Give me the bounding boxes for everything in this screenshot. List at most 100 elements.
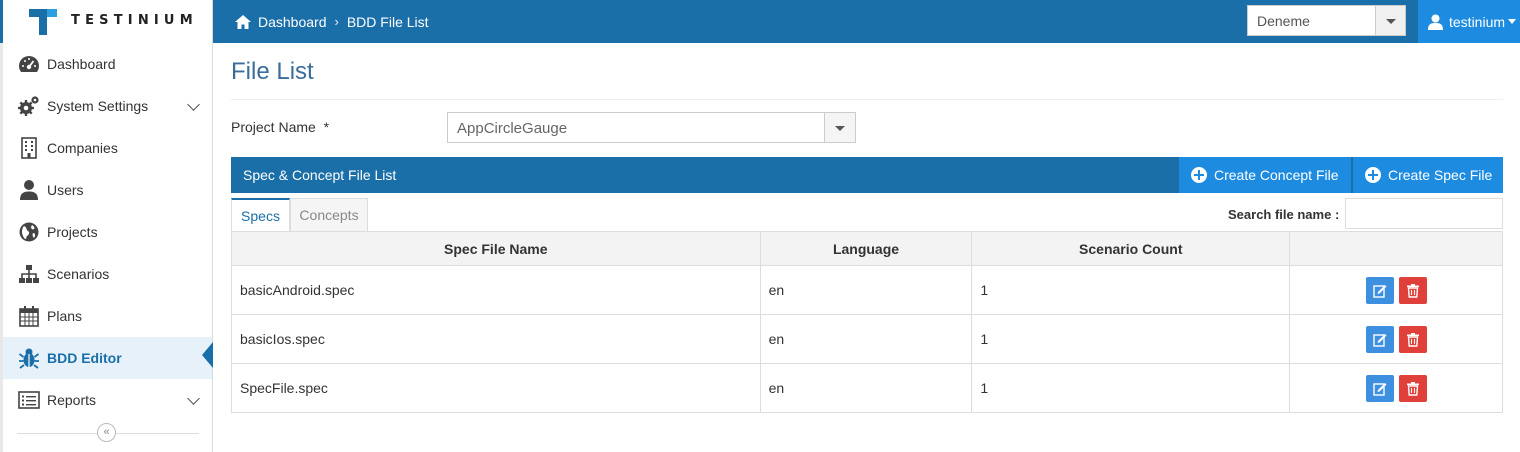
create-concept-file-label: Create Concept File bbox=[1214, 167, 1339, 183]
chevron-down-icon bbox=[187, 98, 200, 111]
column-header-actions bbox=[1289, 231, 1503, 266]
search-label: Search file name : bbox=[1228, 207, 1340, 222]
search-file-input[interactable] bbox=[1345, 198, 1503, 229]
tab-concepts[interactable]: Concepts bbox=[290, 198, 368, 231]
chevron-down-icon bbox=[835, 125, 845, 131]
globe-icon bbox=[19, 222, 39, 242]
create-spec-file-button[interactable]: Create Spec File bbox=[1353, 157, 1503, 193]
spec-file-table: Spec File Name Language Scenario Count b… bbox=[231, 231, 1503, 413]
delete-button[interactable] bbox=[1398, 276, 1427, 304]
sidebar-item-projects[interactable]: Projects bbox=[3, 211, 212, 253]
edit-button[interactable] bbox=[1365, 325, 1394, 353]
table-row: SpecFile.spec en 1 bbox=[231, 363, 1503, 413]
sidebar-item-label: System Settings bbox=[47, 98, 149, 114]
project-name-select[interactable]: AppCircleGauge bbox=[447, 112, 856, 143]
edit-icon bbox=[1372, 284, 1387, 298]
testinium-logo-icon bbox=[29, 9, 57, 35]
list-icon bbox=[18, 391, 40, 409]
calendar-icon bbox=[19, 306, 39, 327]
edit-icon bbox=[1372, 333, 1387, 347]
column-header-spec-file-name[interactable]: Spec File Name bbox=[231, 231, 761, 266]
sidebar-item-label: Dashboard bbox=[47, 56, 116, 72]
tab-specs[interactable]: Specs bbox=[231, 198, 290, 231]
edit-button[interactable] bbox=[1365, 374, 1394, 402]
spec-language: en bbox=[759, 363, 973, 413]
trash-icon bbox=[1406, 381, 1419, 396]
page-title: File List bbox=[231, 58, 314, 85]
project-name-value: AppCircleGauge bbox=[457, 120, 568, 137]
spec-file-name: basicAndroid.spec bbox=[231, 265, 761, 315]
sidebar-item-reports[interactable]: Reports bbox=[3, 379, 212, 421]
sidebar-item-bdd-editor[interactable]: BDD Editor bbox=[3, 337, 213, 379]
sidebar-item-dashboard[interactable]: Dashboard bbox=[3, 43, 212, 85]
caret-down-icon bbox=[1508, 19, 1517, 24]
cogs-icon bbox=[18, 96, 39, 116]
trash-icon bbox=[1406, 283, 1419, 298]
table-header-row: Spec File Name Language Scenario Count bbox=[231, 231, 1503, 266]
create-concept-file-button[interactable]: Create Concept File bbox=[1179, 157, 1351, 193]
scenario-count: 1 bbox=[971, 314, 1291, 364]
logo-text: TESTINIUM bbox=[71, 13, 198, 28]
row-actions bbox=[1289, 363, 1503, 413]
row-actions bbox=[1289, 265, 1503, 315]
plus-circle-icon bbox=[1365, 167, 1381, 183]
spec-language: en bbox=[759, 314, 973, 364]
sidebar-item-label: Companies bbox=[47, 140, 118, 156]
row-actions bbox=[1289, 314, 1503, 364]
delete-button[interactable] bbox=[1398, 374, 1427, 402]
project-name-label: Project Name * bbox=[231, 119, 330, 135]
table-row: basicIos.spec en 1 bbox=[231, 314, 1503, 364]
sidebar-item-label: Projects bbox=[47, 224, 98, 240]
spec-language: en bbox=[759, 265, 973, 315]
delete-button[interactable] bbox=[1398, 325, 1427, 353]
sidebar-item-label: Users bbox=[47, 182, 84, 198]
sidebar-item-label: Scenarios bbox=[47, 266, 110, 282]
dashboard-icon bbox=[19, 56, 39, 72]
chevron-down-icon bbox=[187, 392, 200, 405]
create-spec-file-label: Create Spec File bbox=[1388, 167, 1493, 183]
spec-file-name: SpecFile.spec bbox=[231, 363, 761, 413]
plus-circle-icon bbox=[1191, 167, 1207, 183]
user-name: testinium bbox=[1449, 13, 1506, 30]
active-indicator-icon bbox=[202, 342, 213, 368]
project-switcher-toggle[interactable] bbox=[1375, 6, 1405, 35]
edit-icon bbox=[1372, 382, 1387, 396]
sidebar-item-label: Reports bbox=[47, 392, 97, 408]
sidebar-collapse-button[interactable]: « bbox=[97, 423, 116, 442]
building-icon bbox=[21, 137, 37, 159]
file-list-header: Spec & Concept File List Create Concept … bbox=[231, 157, 1503, 193]
file-list-title: Spec & Concept File List bbox=[243, 167, 397, 183]
chevron-down-icon bbox=[1385, 18, 1396, 24]
sidebar-item-scenarios[interactable]: Scenarios bbox=[3, 253, 212, 295]
breadcrumb-dashboard[interactable]: Dashboard bbox=[258, 14, 327, 30]
sitemap-icon bbox=[19, 265, 39, 283]
user-icon bbox=[1428, 14, 1443, 30]
top-navbar: TESTINIUM Dashboard › BDD File List Dene… bbox=[0, 0, 1520, 43]
table-row: basicAndroid.spec en 1 bbox=[231, 265, 1503, 315]
sidebar-item-plans[interactable]: Plans bbox=[3, 295, 212, 337]
project-name-toggle[interactable] bbox=[824, 113, 855, 142]
sidebar-item-users[interactable]: Users bbox=[3, 169, 212, 211]
sidebar-item-label: BDD Editor bbox=[47, 350, 122, 366]
home-icon[interactable] bbox=[234, 14, 252, 30]
breadcrumb: Dashboard › BDD File List bbox=[234, 0, 429, 43]
spec-file-name: basicIos.spec bbox=[231, 314, 761, 364]
project-switcher-value: Deneme bbox=[1257, 13, 1310, 29]
column-header-language[interactable]: Language bbox=[759, 231, 973, 266]
bug-icon bbox=[18, 348, 40, 369]
breadcrumb-current: BDD File List bbox=[346, 13, 429, 30]
title-divider bbox=[231, 99, 1503, 100]
sidebar-item-system-settings[interactable]: System Settings bbox=[3, 85, 212, 127]
column-header-scenario-count[interactable]: Scenario Count bbox=[971, 231, 1291, 266]
sidebar-item-companies[interactable]: Companies bbox=[3, 127, 212, 169]
sidebar: Dashboard System Settings Companies User… bbox=[0, 43, 213, 452]
scenario-count: 1 bbox=[971, 363, 1291, 413]
edit-button[interactable] bbox=[1365, 276, 1394, 304]
user-menu-button[interactable]: testinium bbox=[1418, 0, 1520, 43]
logo[interactable]: TESTINIUM bbox=[3, 0, 213, 43]
scenario-count: 1 bbox=[971, 265, 1291, 315]
sidebar-item-label: Plans bbox=[47, 308, 83, 324]
project-switcher-select[interactable]: Deneme bbox=[1247, 5, 1406, 36]
breadcrumb-separator-icon: › bbox=[334, 14, 339, 29]
trash-icon bbox=[1406, 332, 1419, 347]
